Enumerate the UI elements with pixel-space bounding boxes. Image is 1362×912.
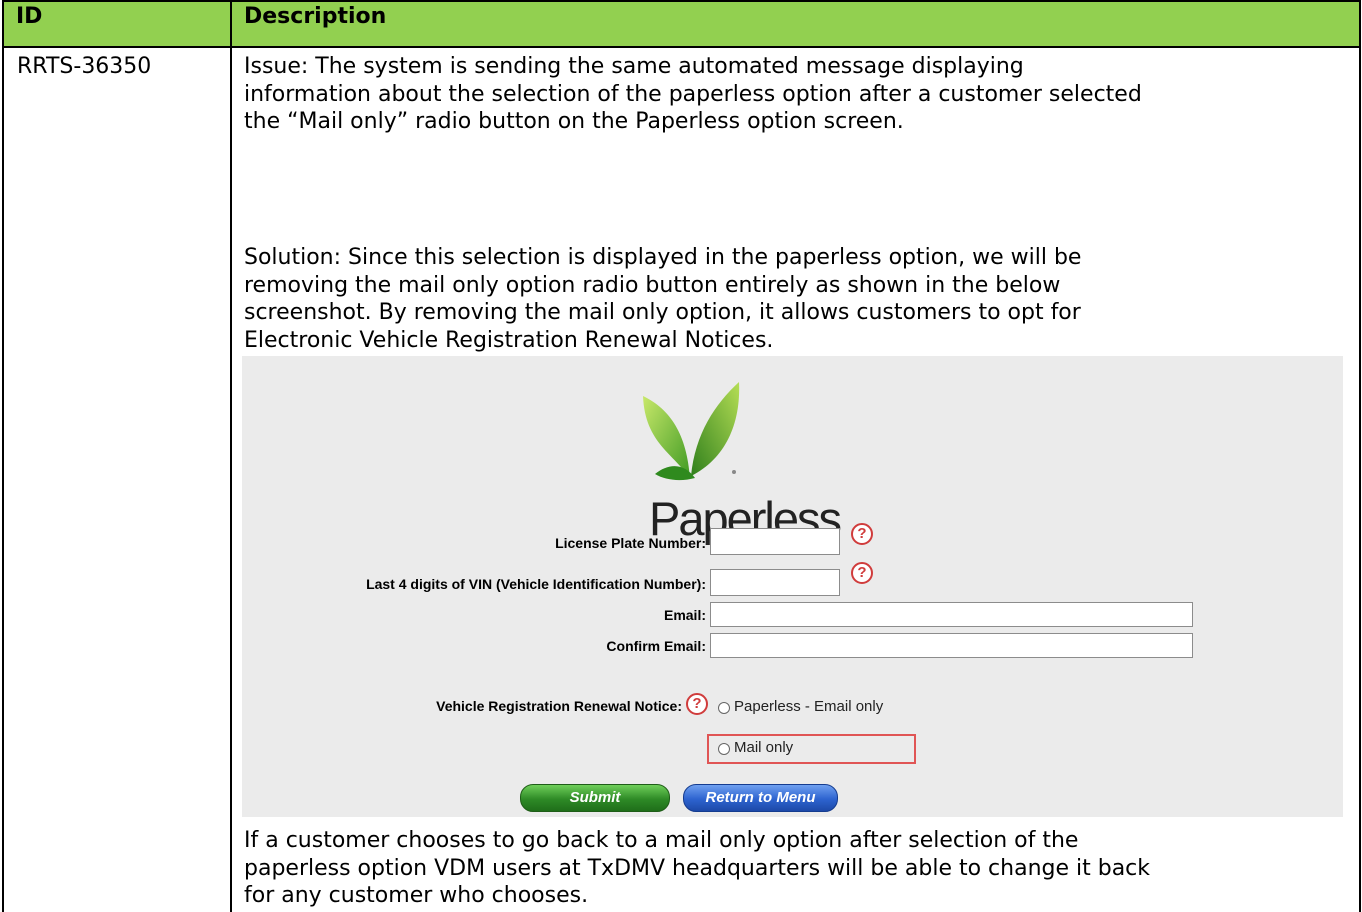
- paperless-form-screenshot: Paperless License Plate Number: ? Last 4…: [242, 356, 1343, 817]
- paperless-email-radio-label: Paperless - Email only: [734, 698, 884, 715]
- issue-paragraph: Issue: The system is sending the same au…: [244, 53, 1142, 136]
- table-column-divider: [230, 0, 232, 912]
- mail-only-radio[interactable]: [718, 743, 730, 755]
- email-label: Email:: [663, 607, 706, 623]
- table-header-divider: [2, 46, 1361, 48]
- submit-button[interactable]: Submit: [520, 784, 670, 812]
- confirm-email-label: Confirm Email:: [606, 638, 706, 654]
- table-header-row: ID Description: [2, 0, 1361, 46]
- solution-line: Solution: Since this selection is displa…: [244, 245, 1082, 270]
- renewal-notice-label: Vehicle Registration Renewal Notice:: [436, 698, 682, 714]
- help-icon[interactable]: ?: [851, 562, 873, 584]
- description-table: ID Description RRTS-36350 Issue: The sys…: [2, 0, 1361, 912]
- solution-line: removing the mail only option radio butt…: [244, 272, 1061, 298]
- closing-line: If a customer chooses to go back to a ma…: [244, 828, 1079, 853]
- paperless-leaf-icon: [643, 382, 740, 481]
- mail-only-radio-label: Mail only: [734, 739, 794, 756]
- confirm-email-input[interactable]: [710, 633, 1193, 658]
- solution-paragraph: Solution: Since this selection is displa…: [244, 244, 1081, 354]
- row-id: RRTS-36350: [17, 54, 152, 79]
- help-icon[interactable]: ?: [686, 693, 708, 715]
- vin-input[interactable]: [710, 569, 840, 596]
- issue-line: information about the selection of the p…: [244, 81, 1142, 107]
- closing-line: paperless option VDM users at TxDMV head…: [244, 855, 1151, 881]
- issue-line: the “Mail only” radio button on the Pape…: [244, 109, 904, 134]
- license-plate-input[interactable]: [710, 528, 840, 555]
- paperless-email-radio[interactable]: [718, 702, 730, 714]
- table-border-right: [1359, 0, 1361, 912]
- header-description: Description: [244, 4, 387, 29]
- table-border-top: [2, 0, 1361, 2]
- solution-line: screenshot. By removing the mail only op…: [244, 300, 1081, 325]
- issue-line: Issue: The system is sending the same au…: [244, 54, 1024, 79]
- solution-line: Electronic Vehicle Registration Renewal …: [244, 327, 774, 353]
- vin-label: Last 4 digits of VIN (Vehicle Identifica…: [366, 576, 706, 592]
- table-border-left: [2, 0, 4, 912]
- closing-paragraph: If a customer chooses to go back to a ma…: [244, 827, 1150, 910]
- closing-line: for any customer who chooses.: [244, 883, 589, 908]
- return-to-menu-button[interactable]: Return to Menu: [683, 784, 838, 812]
- header-id: ID: [16, 4, 43, 29]
- help-icon[interactable]: ?: [851, 523, 873, 545]
- email-input[interactable]: [710, 602, 1193, 627]
- license-plate-label: License Plate Number:: [555, 535, 706, 551]
